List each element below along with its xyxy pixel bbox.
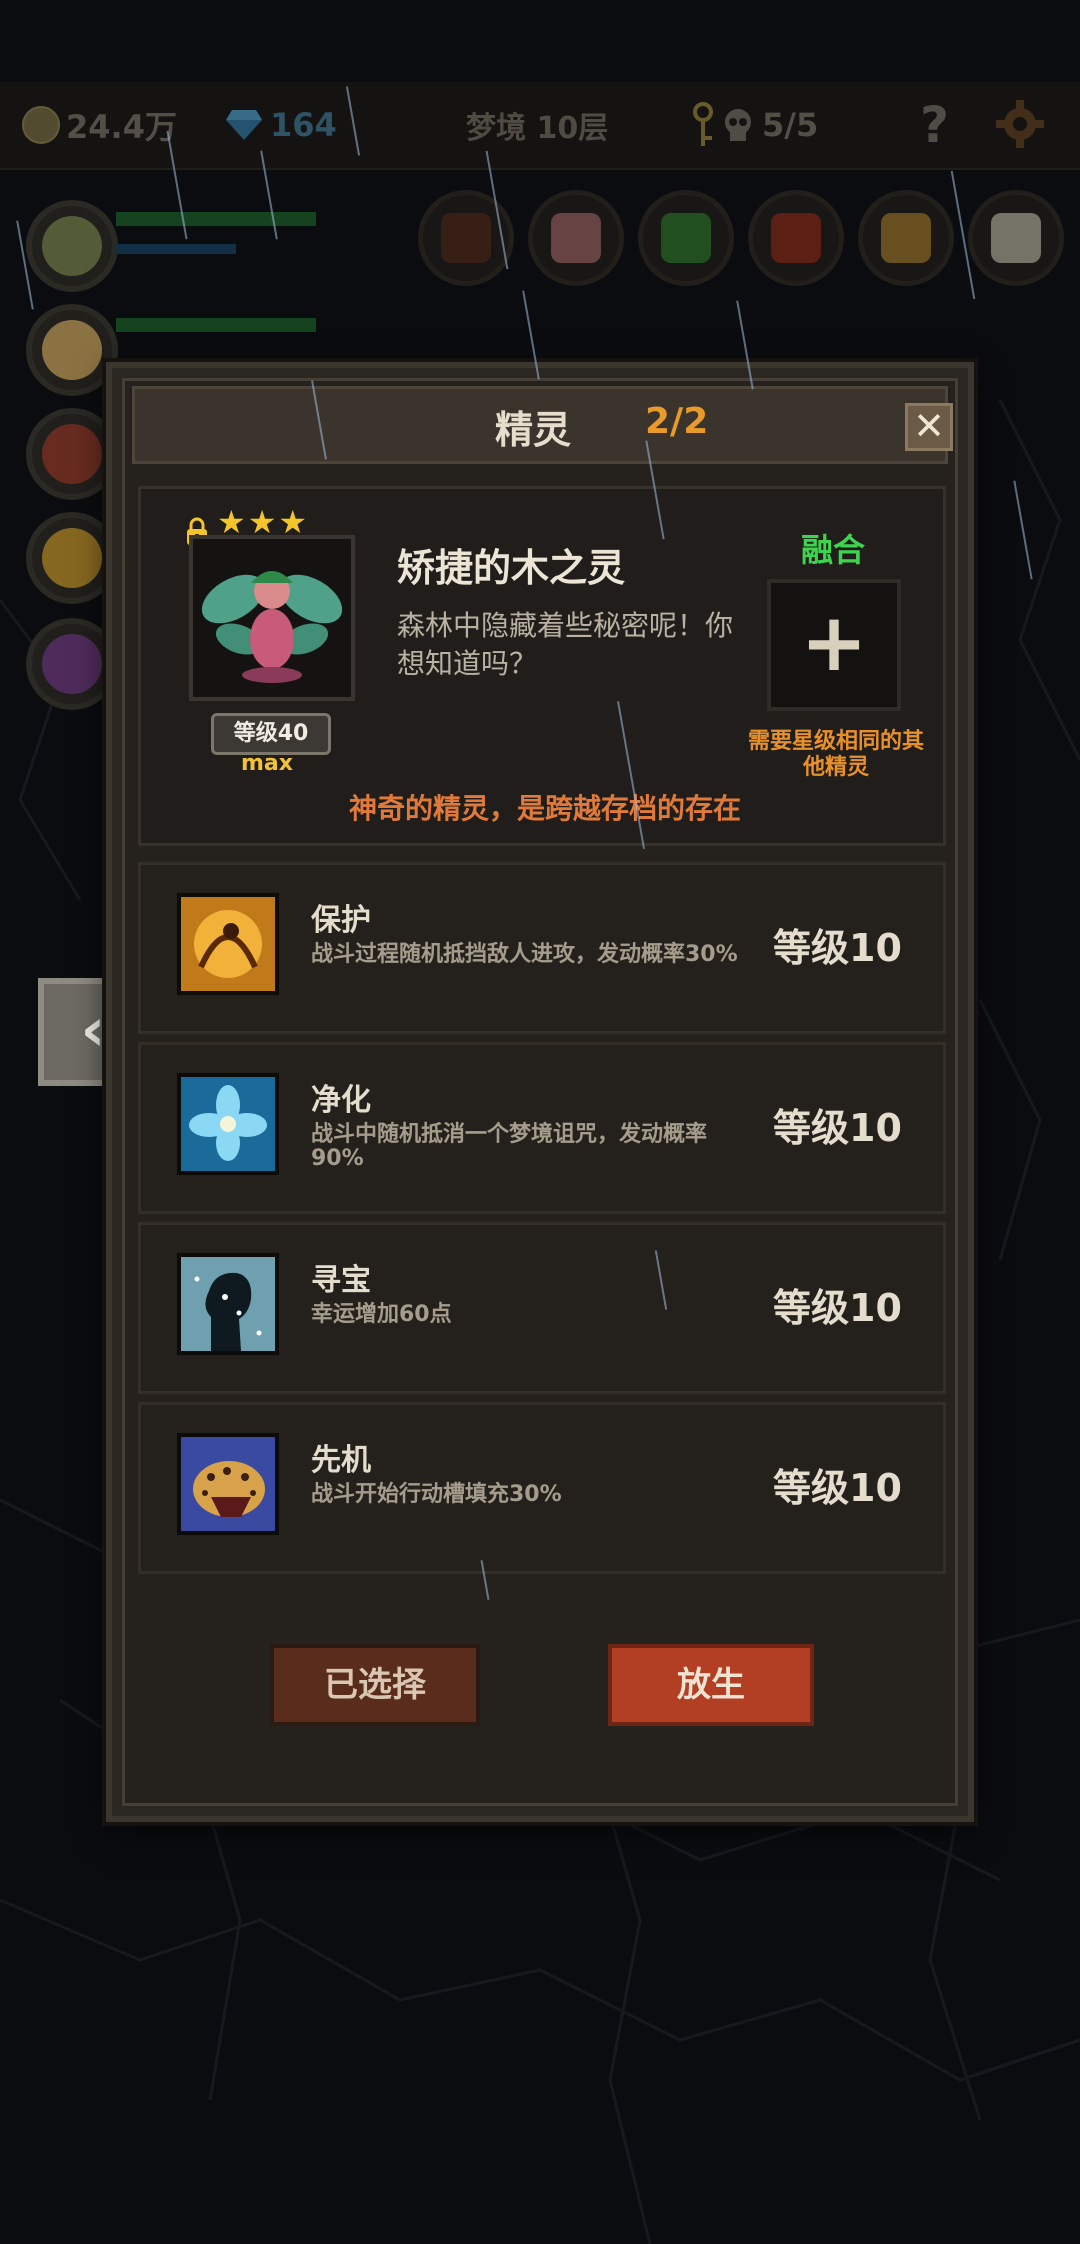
spirit-dialog: 精灵 2/2 ✕ ★★★ 等级40 max 矫捷的木之灵 森林中隐藏着些秘密呢！… <box>106 362 974 1822</box>
skill-description: 战斗中随机抵消一个梦境诅咒，发动概率90% <box>311 1122 708 1171</box>
skill-row[interactable]: 保护 战斗过程随机抵挡敌人进攻，发动概率30% 等级10 <box>138 862 946 1034</box>
skill-level: 等级10 <box>773 926 902 970</box>
skill-description: 战斗开始行动槽填充30% <box>311 1482 562 1507</box>
selected-button[interactable]: 已选择 <box>270 1644 480 1726</box>
fairy-shield-icon <box>177 893 279 995</box>
skill-row[interactable]: 寻宝 幸运增加60点 等级10 <box>138 1222 946 1394</box>
spirit-tagline: 神奇的精灵，是跨越存档的存在 <box>348 792 741 825</box>
max-label: max <box>241 751 293 776</box>
release-button[interactable]: 放生 <box>608 1644 814 1726</box>
dialog-title: 精灵 <box>495 408 572 452</box>
skill-name: 保护 <box>311 903 371 938</box>
skill-row[interactable]: 先机 战斗开始行动槽填充30% 等级10 <box>138 1402 946 1574</box>
blue-flower-icon <box>177 1073 279 1175</box>
dialog-titlebar: 精灵 2/2 ✕ <box>132 386 953 464</box>
spirit-description: 森林中隐藏着些秘密呢！你想知道吗？ <box>397 609 734 680</box>
skill-description: 战斗过程随机抵挡敌人进攻，发动概率30% <box>311 942 738 967</box>
fuse-add-slot[interactable]: + <box>767 579 901 711</box>
skill-name: 净化 <box>311 1083 371 1118</box>
leopard-icon <box>177 1433 279 1535</box>
spirit-card: ★★★ 等级40 max 矫捷的木之灵 森林中隐藏着些秘密呢！你想知道吗？ 融合… <box>138 486 946 846</box>
wood-spirit-portrait <box>189 535 355 701</box>
skill-description: 幸运增加60点 <box>311 1302 452 1327</box>
skill-row[interactable]: 净化 战斗中随机抵消一个梦境诅咒，发动概率90% 等级10 <box>138 1042 946 1214</box>
fairy-icon <box>201 571 343 683</box>
spirit-count: 2/2 <box>645 401 709 442</box>
skill-level: 等级10 <box>773 1106 902 1150</box>
skill-level: 等级10 <box>773 1286 902 1330</box>
fuse-requirement-note: 需要星级相同的其他精灵 <box>747 729 924 780</box>
skill-name: 寻宝 <box>311 1263 371 1298</box>
sparkle-silhouette-icon <box>177 1253 279 1355</box>
close-button[interactable]: ✕ <box>905 403 953 451</box>
spirit-level-tag: 等级40 <box>211 713 331 755</box>
skill-level: 等级10 <box>773 1466 902 1510</box>
spirit-name: 矫捷的木之灵 <box>397 546 626 590</box>
skill-name: 先机 <box>311 1443 371 1478</box>
fuse-label: 融合 <box>801 531 866 569</box>
